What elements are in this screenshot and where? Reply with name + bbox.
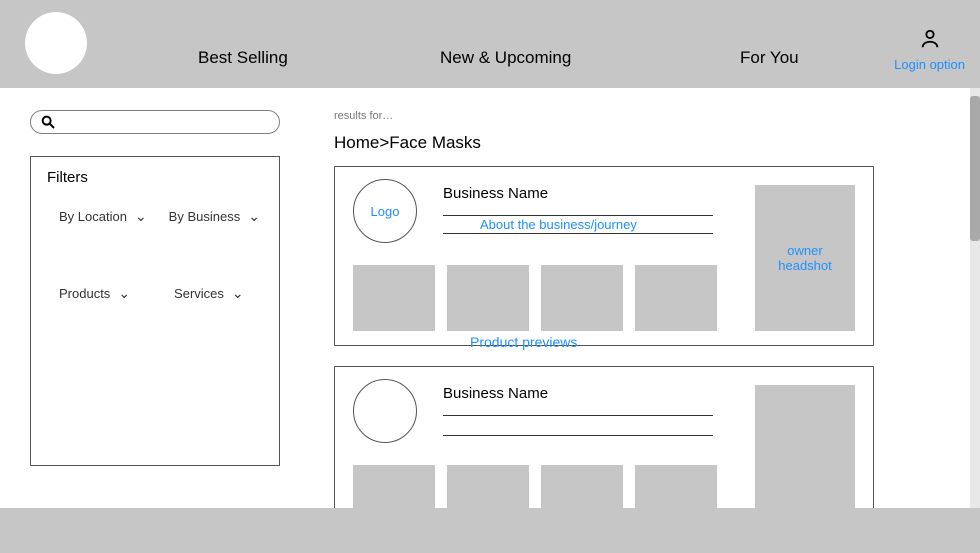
divider	[443, 233, 713, 234]
product-thumb[interactable]	[447, 465, 529, 508]
login-area[interactable]: Login option	[894, 28, 965, 72]
product-thumb[interactable]	[635, 265, 717, 331]
user-icon	[919, 28, 941, 50]
product-previews-label: Product previews	[470, 334, 577, 350]
product-thumb[interactable]	[541, 465, 623, 508]
divider	[443, 215, 713, 216]
nav-for-you[interactable]: For You	[740, 48, 799, 68]
chevron-down-icon: ⌄	[135, 208, 147, 225]
top-bar: Best Selling New & Upcoming For You Logi…	[0, 0, 980, 88]
filters-panel: Filters By Location ⌄ By Business ⌄ Prod…	[30, 156, 280, 466]
divider	[443, 435, 713, 436]
scrollbar-thumb[interactable]	[970, 96, 980, 241]
bottom-bar	[0, 508, 980, 553]
nav-best-selling[interactable]: Best Selling	[198, 48, 288, 68]
results-for-label: results for…	[334, 110, 393, 122]
breadcrumb-separator: >	[379, 133, 389, 152]
brand-logo[interactable]	[25, 12, 87, 74]
nav-new-upcoming[interactable]: New & Upcoming	[440, 48, 571, 68]
content-viewport: Filters By Location ⌄ By Business ⌄ Prod…	[0, 88, 970, 508]
product-thumb[interactable]	[541, 265, 623, 331]
result-card[interactable]: Business Name	[334, 366, 874, 508]
product-thumb[interactable]	[447, 265, 529, 331]
chevron-down-icon: ⌄	[118, 285, 130, 302]
filter-by-location[interactable]: By Location ⌄	[59, 208, 147, 225]
filters-title: Filters	[47, 169, 263, 186]
business-logo	[353, 379, 417, 443]
breadcrumb-current: Face Masks	[389, 133, 481, 152]
product-thumb[interactable]	[353, 265, 435, 331]
about-business-link[interactable]: About the business/journey	[480, 217, 637, 232]
product-thumb[interactable]	[353, 465, 435, 508]
login-label: Login option	[894, 57, 965, 72]
business-name: Business Name	[443, 385, 548, 402]
filter-label: By Location	[59, 209, 127, 224]
owner-headshot	[755, 385, 855, 508]
filter-label: Products	[59, 286, 110, 301]
filter-services[interactable]: Services ⌄	[174, 285, 244, 302]
business-logo: Logo	[353, 179, 417, 243]
filter-by-business[interactable]: By Business ⌄	[169, 208, 260, 225]
result-card[interactable]: Logo Business Name About the business/jo…	[334, 166, 874, 346]
chevron-down-icon: ⌄	[232, 285, 244, 302]
owner-headshot: owner headshot	[755, 185, 855, 331]
product-thumb[interactable]	[635, 465, 717, 508]
divider	[443, 415, 713, 416]
breadcrumb: Home>Face Masks	[334, 133, 481, 153]
filter-products[interactable]: Products ⌄	[59, 285, 130, 302]
business-name: Business Name	[443, 185, 548, 202]
filter-label: Services	[174, 286, 224, 301]
search-input[interactable]	[30, 110, 280, 134]
search-icon	[40, 114, 56, 130]
breadcrumb-home[interactable]: Home	[334, 133, 379, 152]
search-wrap	[30, 110, 280, 134]
chevron-down-icon: ⌄	[248, 208, 260, 225]
filter-label: By Business	[169, 209, 241, 224]
